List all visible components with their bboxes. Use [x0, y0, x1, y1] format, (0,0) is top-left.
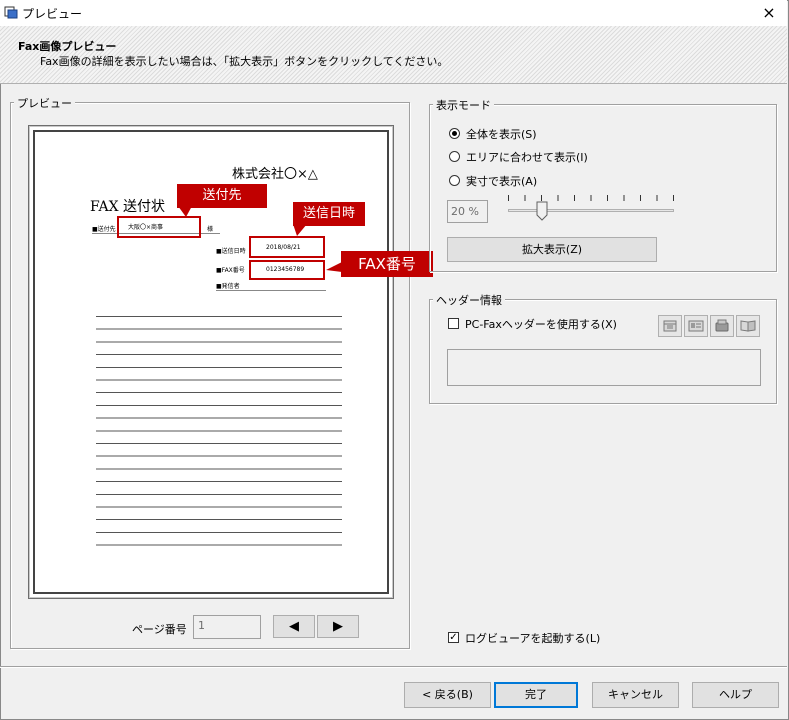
display-mode-group-label: 表示モード	[433, 97, 494, 113]
doc-sender-label: ■発信者	[216, 283, 240, 290]
radio-actual-size-label[interactable]: 実寸で表示(A)	[466, 173, 537, 189]
preview-group-label: プレビュー	[14, 95, 75, 111]
callout-fax: FAX番号	[341, 251, 433, 277]
fax-machine-icon[interactable]	[710, 315, 734, 337]
footer-separator	[0, 666, 787, 667]
fax-highlight-box	[249, 260, 325, 280]
doc-fax-label: ■FAX番号	[216, 267, 245, 274]
zoom-slider-track[interactable]	[508, 209, 674, 212]
zoom-value-field[interactable]: 20 %	[447, 200, 488, 223]
radio-show-all[interactable]	[449, 128, 460, 139]
to-highlight-box	[117, 216, 201, 238]
next-page-button[interactable]: ▶	[317, 615, 359, 638]
id-card-icon[interactable]	[684, 315, 708, 337]
header-band: Fax画像プレビュー Fax画像の詳細を表示したい場合は、「拡大表示」ボタンをク…	[0, 26, 787, 84]
app-icon	[4, 6, 18, 19]
back-button[interactable]: < 戻る(B)	[404, 682, 491, 708]
close-icon[interactable]: ×	[757, 2, 781, 24]
page-number-field[interactable]: 1	[193, 615, 261, 639]
header-text-field[interactable]	[447, 349, 761, 386]
book-icon[interactable]	[736, 315, 760, 337]
radio-fit-area-label[interactable]: エリアに合わせて表示(I)	[466, 149, 588, 165]
doc-date-label: ■送信日時	[216, 248, 246, 255]
doc-ruled-lines	[96, 316, 342, 548]
finish-button[interactable]: 完了	[494, 682, 578, 708]
zoom-slider-ticks	[508, 195, 674, 201]
title-bar: プレビュー ×	[0, 0, 787, 26]
log-viewer-label[interactable]: ログビューアを起動する(L)	[465, 630, 600, 646]
window-title: プレビュー	[22, 7, 83, 21]
help-button[interactable]: ヘルプ	[692, 682, 779, 708]
callout-to-pointer	[178, 206, 192, 217]
arrow-left-icon: ◀	[289, 619, 299, 634]
date-highlight-box	[249, 236, 325, 258]
arrow-right-icon: ▶	[333, 619, 343, 634]
doc-to-suffix: 様	[207, 226, 214, 233]
doc-sender-underline	[216, 290, 326, 291]
cancel-button[interactable]: キャンセル	[592, 682, 679, 708]
header-title: Fax画像プレビュー	[18, 40, 117, 53]
use-header-checkbox[interactable]	[448, 318, 459, 329]
callout-date: 送信日時	[293, 202, 365, 226]
doc-title: FAX 送付状	[90, 199, 166, 215]
radio-actual-size[interactable]	[449, 175, 460, 186]
doc-company: 株式会社〇×△	[232, 167, 318, 182]
radio-show-all-label[interactable]: 全体を表示(S)	[466, 126, 537, 142]
doc-to-label: ■送付先	[92, 226, 116, 233]
use-header-label[interactable]: PC-Faxヘッダーを使用する(X)	[465, 316, 617, 332]
header-info-group-label: ヘッダー情報	[433, 292, 505, 308]
zoom-button[interactable]: 拡大表示(Z)	[447, 237, 657, 262]
zoom-slider-thumb[interactable]	[536, 201, 548, 221]
header-description: Fax画像の詳細を表示したい場合は、「拡大表示」ボタンをクリックしてください。	[40, 55, 449, 68]
page-number-label: ページ番号	[132, 623, 187, 636]
radio-fit-area[interactable]	[449, 151, 460, 162]
log-viewer-checkbox[interactable]: ✓	[448, 632, 459, 643]
callout-date-pointer	[293, 224, 307, 236]
callout-fax-pointer	[326, 262, 342, 272]
prev-page-button[interactable]: ◀	[273, 615, 315, 638]
calendar-icon[interactable]	[658, 315, 682, 337]
callout-to: 送付先	[177, 184, 267, 208]
